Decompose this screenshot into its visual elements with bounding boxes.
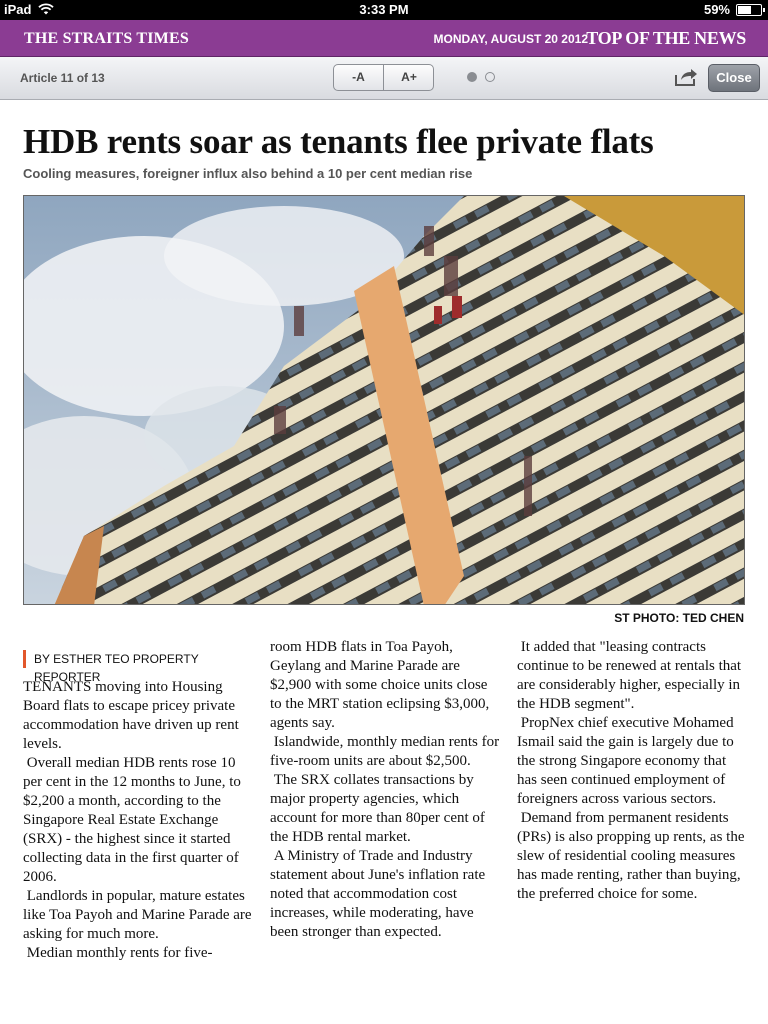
- paragraph: TENANTS moving into Housing Board flats …: [23, 679, 239, 752]
- article-column-2: room HDB flats in Toa Payoh, Geylang and…: [270, 638, 502, 942]
- paragraph: Landlords in popular, mature estates lik…: [23, 888, 252, 942]
- paragraph: The SRX collates transactions by major p…: [270, 772, 485, 845]
- masthead: THE STRAITS TIMES MONDAY, AUGUST 20 2012…: [0, 20, 768, 57]
- increase-font-button[interactable]: A+: [384, 65, 433, 90]
- decrease-font-button[interactable]: -A: [334, 65, 384, 90]
- page-dot[interactable]: [485, 72, 495, 82]
- article-column-3: It added that "leasing contracts continu…: [517, 638, 749, 904]
- status-bar: iPad 3:33 PM 59%: [0, 0, 768, 20]
- byline: BY ESTHER TEO PROPERTY REPORTER: [23, 650, 253, 684]
- font-size-control: -A A+: [333, 64, 434, 91]
- battery-percentage: 59%: [703, 2, 730, 17]
- article-column-1: TENANTS moving into Housing Board flats …: [23, 678, 255, 963]
- article-counter: Article 11 of 13: [20, 71, 105, 85]
- photo-credit: ST PHOTO: TED CHEN: [614, 611, 744, 625]
- paragraph: Overall median HDB rents rose 10 per cen…: [23, 755, 241, 885]
- publication-title: THE STRAITS TIMES: [24, 30, 189, 47]
- issue-date: MONDAY, AUGUST 20 2012: [433, 32, 589, 46]
- close-button[interactable]: Close: [708, 64, 760, 92]
- article-subhead: Cooling measures, foreigner influx also …: [23, 166, 473, 181]
- paragraph: Demand from permanent residents (PRs) is…: [517, 810, 745, 902]
- section-title: TOP OF THE NEWS: [586, 28, 746, 48]
- page-dot-current[interactable]: [467, 72, 477, 82]
- article-toolbar: Article 11 of 13 -A A+ Close: [0, 57, 768, 100]
- paragraph: Median monthly rents for five-: [23, 945, 213, 961]
- clock: 3:33 PM: [359, 2, 409, 17]
- paragraph: Islandwide, monthly median rents for fiv…: [270, 734, 500, 769]
- battery-icon: [736, 4, 765, 16]
- paragraph: PropNex chief executive Mohamed Ismail s…: [517, 715, 734, 807]
- share-arrow-icon[interactable]: [674, 67, 698, 87]
- paragraph: room HDB flats in Toa Payoh, Geylang and…: [270, 639, 490, 731]
- article-photo: [23, 195, 745, 605]
- paragraph: It added that "leasing contracts continu…: [517, 639, 742, 712]
- article-headline: HDB rents soar as tenants flee private f…: [23, 122, 654, 161]
- paragraph: A Ministry of Trade and Industry stateme…: [270, 848, 486, 940]
